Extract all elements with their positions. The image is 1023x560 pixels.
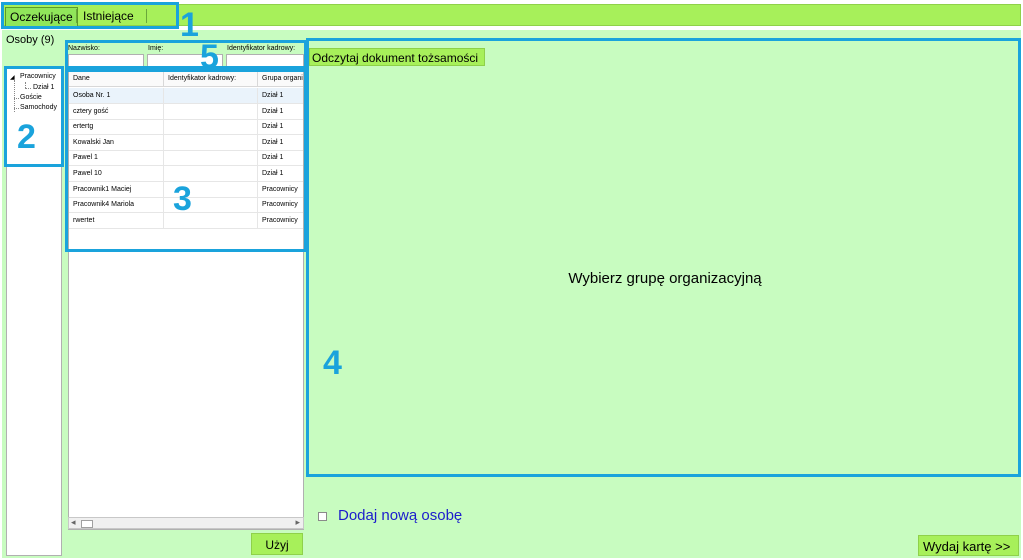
add-new-person-label[interactable]: Dodaj nową osobę [338, 507, 462, 524]
annotation-number-5: 5 [200, 38, 219, 76]
annotation-box-1 [1, 2, 179, 29]
annotation-number-3: 3 [173, 180, 192, 218]
annotation-number-4: 4 [323, 344, 342, 382]
scroll-thumb[interactable] [81, 520, 93, 528]
scroll-right-icon[interactable]: ▸ [295, 517, 300, 528]
add-new-person-checkbox[interactable] [318, 512, 327, 521]
annotation-box-3 [65, 69, 307, 252]
annotation-number-2: 2 [17, 118, 36, 156]
annotation-box-4 [306, 38, 1021, 477]
persons-count-label: Osoby (9) [6, 34, 55, 46]
horizontal-scrollbar[interactable]: ◂ ▸ [68, 517, 304, 529]
use-button[interactable]: Użyj [251, 533, 303, 555]
scroll-left-icon[interactable]: ◂ [71, 517, 76, 528]
issue-card-button[interactable]: Wydaj kartę >> [918, 535, 1019, 556]
annotation-box-5 [65, 40, 307, 69]
